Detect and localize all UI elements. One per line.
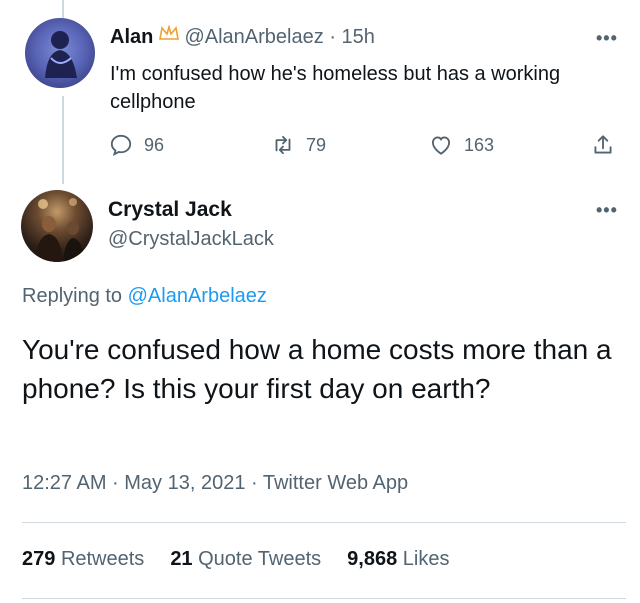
likes-stat[interactable]: 9,868 Likes	[347, 548, 449, 571]
avatar-figure-icon	[45, 31, 77, 78]
like-action[interactable]: 163	[428, 132, 494, 158]
reply-count: 96	[144, 134, 165, 155]
retweets-stat[interactable]: 279 Retweets	[22, 548, 144, 571]
divider-bottom	[22, 598, 626, 599]
replying-prefix: Replying to	[22, 285, 123, 307]
retweets-stat-count: 279	[22, 548, 56, 570]
avatar-crystal-jack[interactable]	[21, 190, 93, 262]
retweets-stat-label: Retweets	[60, 548, 145, 570]
heart-icon	[431, 136, 451, 155]
replying-to-line: Replying to @AlanArbelaez	[22, 285, 267, 308]
avatar-photo-icon	[35, 198, 85, 262]
likes-stat-label: Likes	[402, 548, 450, 570]
thread-line-connector	[62, 96, 64, 184]
main-tweet-text: You're confused how a home costs more th…	[22, 334, 612, 404]
separator-dot: ·	[329, 26, 336, 48]
quote-tweets-stat-label: Quote Tweets	[198, 548, 322, 570]
share-action[interactable]	[590, 132, 616, 158]
main-author-handle[interactable]: @CrystalJackLack	[108, 228, 274, 251]
quote-tweets-stat[interactable]: 21 Quote Tweets	[170, 548, 321, 571]
share-icon	[594, 135, 612, 154]
tweet-meta[interactable]: 12:27 AM · May 13, 2021 · Twitter Web Ap…	[22, 472, 408, 495]
comment-icon	[110, 134, 132, 157]
reply-author-handle[interactable]: @AlanArbelaez	[184, 26, 323, 48]
likes-stat-count: 9,868	[347, 548, 398, 570]
retweet-count: 79	[306, 134, 327, 155]
like-count: 163	[464, 134, 495, 155]
avatar-alan[interactable]	[25, 18, 95, 88]
divider-top	[22, 522, 626, 523]
reply-time[interactable]: 15h	[342, 26, 375, 48]
thread-line-top	[62, 0, 64, 18]
reply-action[interactable]: 96	[108, 132, 164, 158]
more-options-icon[interactable]: •••	[596, 28, 618, 49]
replying-to-link[interactable]: @AlanArbelaez	[128, 285, 267, 307]
crown-icon	[158, 24, 179, 40]
reply-tweet-text: I'm confused how he's homeless but has a…	[110, 63, 561, 113]
quote-tweets-stat-count: 21	[170, 548, 193, 570]
more-options-icon-main[interactable]: •••	[596, 200, 618, 221]
main-author-name[interactable]: Crystal Jack	[108, 198, 232, 222]
reply-tweet-header: Alan @AlanArbelaez · 15h	[110, 24, 375, 49]
retweet-icon	[275, 135, 291, 155]
engagement-stats: 279 Retweets 21 Quote Tweets 9,868 Likes	[22, 548, 450, 571]
reply-author-name[interactable]: Alan	[110, 26, 153, 48]
retweet-action[interactable]: 79	[270, 132, 326, 158]
